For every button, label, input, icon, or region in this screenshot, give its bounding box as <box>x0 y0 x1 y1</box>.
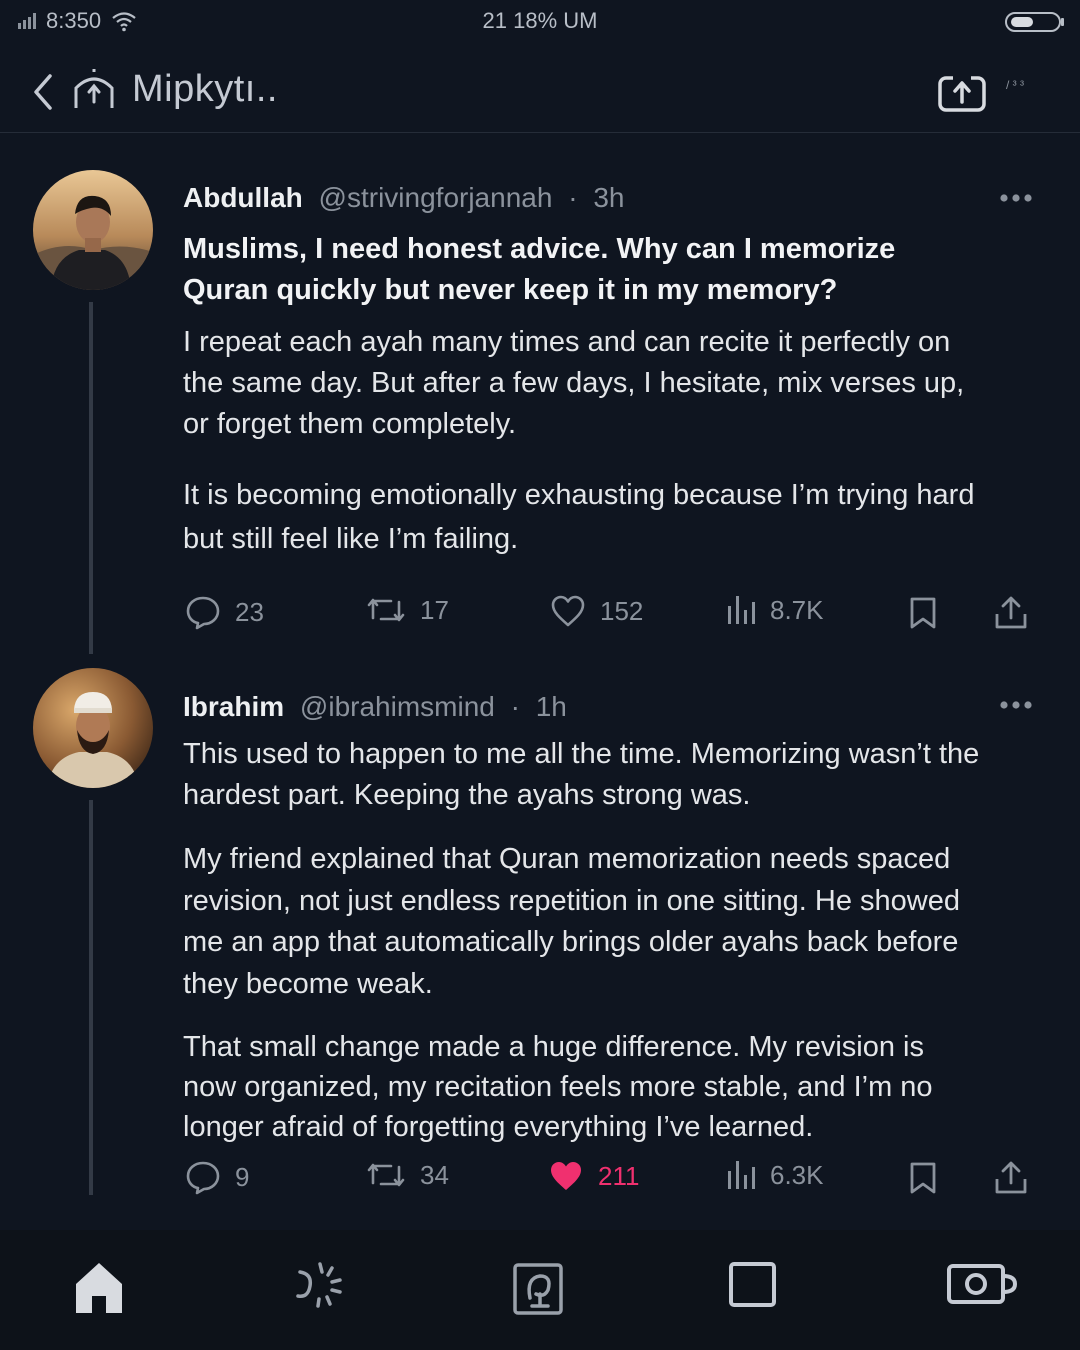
post-actions: 9 34 211 6.3K <box>0 1159 1080 1203</box>
share-icon[interactable] <box>994 596 1028 630</box>
reply-button[interactable]: 23 <box>185 594 264 630</box>
battery-icon <box>1005 12 1064 32</box>
post-header: Abdullah @strivingforjannah · 3h <box>183 182 624 214</box>
repost-count: 34 <box>420 1159 449 1190</box>
avatar[interactable] <box>33 170 153 290</box>
like-filled-icon <box>551 1162 581 1190</box>
author-name[interactable]: Ibrahim <box>183 691 284 722</box>
like-icon <box>551 595 585 627</box>
views-count: 8.7K <box>770 594 824 625</box>
post-header: Ibrahim @ibrahimsmind · 1h <box>183 691 567 723</box>
bookmark-icon[interactable] <box>909 1161 937 1195</box>
post-paragraph: That small change made a huge difference… <box>183 1031 933 1143</box>
reply-icon <box>186 1161 220 1195</box>
like-count: 211 <box>598 1160 640 1191</box>
bottom-tab-bar <box>0 1230 1080 1350</box>
repost-button[interactable]: 34 <box>366 1159 449 1191</box>
avatar[interactable] <box>33 668 153 788</box>
views-icon <box>728 1161 755 1189</box>
like-button[interactable]: 152 <box>550 594 643 628</box>
views-icon <box>728 596 755 624</box>
like-count: 152 <box>600 595 644 626</box>
bookmark-icon[interactable] <box>909 596 937 630</box>
header-count: / ³ ³ <box>1006 78 1024 92</box>
post-actions: 23 17 152 8.7K <box>0 594 1080 638</box>
repost-icon <box>367 598 405 622</box>
reply-button[interactable]: 9 <box>185 1159 249 1195</box>
share-icon[interactable] <box>994 1161 1028 1195</box>
home-icon[interactable] <box>73 1260 125 1316</box>
reply-count: 23 <box>235 596 264 627</box>
post-time: 3h <box>593 182 625 213</box>
repost-icon <box>367 1163 405 1187</box>
top-header: Mipkytı.. / ³ ³ <box>0 52 1080 133</box>
separator-dot: · <box>568 182 578 213</box>
quran-note-icon[interactable] <box>512 1260 566 1316</box>
repost-button[interactable]: 17 <box>366 594 449 626</box>
like-button[interactable]: 211 <box>548 1159 639 1193</box>
post-paragraph: I repeat each ayah many times and can re… <box>183 326 965 440</box>
reply-count: 9 <box>235 1161 250 1192</box>
share-box-icon[interactable] <box>937 68 987 114</box>
post-time: 1h <box>535 691 567 722</box>
square-icon[interactable] <box>728 1260 778 1310</box>
repost-count: 17 <box>420 594 449 625</box>
author-handle[interactable]: @strivingforjannah <box>319 182 553 213</box>
back-arrow-icon[interactable] <box>30 72 56 112</box>
camera-icon[interactable] <box>946 1260 1018 1308</box>
author-name[interactable]: Abdullah <box>183 182 303 213</box>
more-options-icon[interactable] <box>998 699 1034 711</box>
more-options-icon[interactable] <box>998 192 1034 204</box>
views-count: 6.3K <box>770 1159 824 1190</box>
views-button[interactable]: 8.7K <box>726 594 824 626</box>
status-bar: 8:350 21 18% UM <box>0 0 1080 44</box>
author-handle[interactable]: @ibrahimsmind <box>300 691 495 722</box>
post-paragraph: It is becoming emotionally exhausting be… <box>183 479 975 555</box>
page-title: Mipkytı.. <box>132 68 278 110</box>
separator-dot: · <box>510 691 520 722</box>
spark-icon[interactable] <box>294 1260 350 1310</box>
thread-line <box>89 800 93 1195</box>
mosque-logo-icon <box>74 69 114 108</box>
post-paragraph: This used to happen to me all the time. … <box>183 738 980 811</box>
views-button[interactable]: 6.3K <box>726 1159 824 1191</box>
post-paragraph: My friend explained that Quran memorizat… <box>183 843 960 1000</box>
post-title: Muslims, I need honest advice. Why can I… <box>183 233 896 306</box>
status-center-text: 21 18% UM <box>482 8 598 33</box>
reply-icon <box>186 596 220 630</box>
